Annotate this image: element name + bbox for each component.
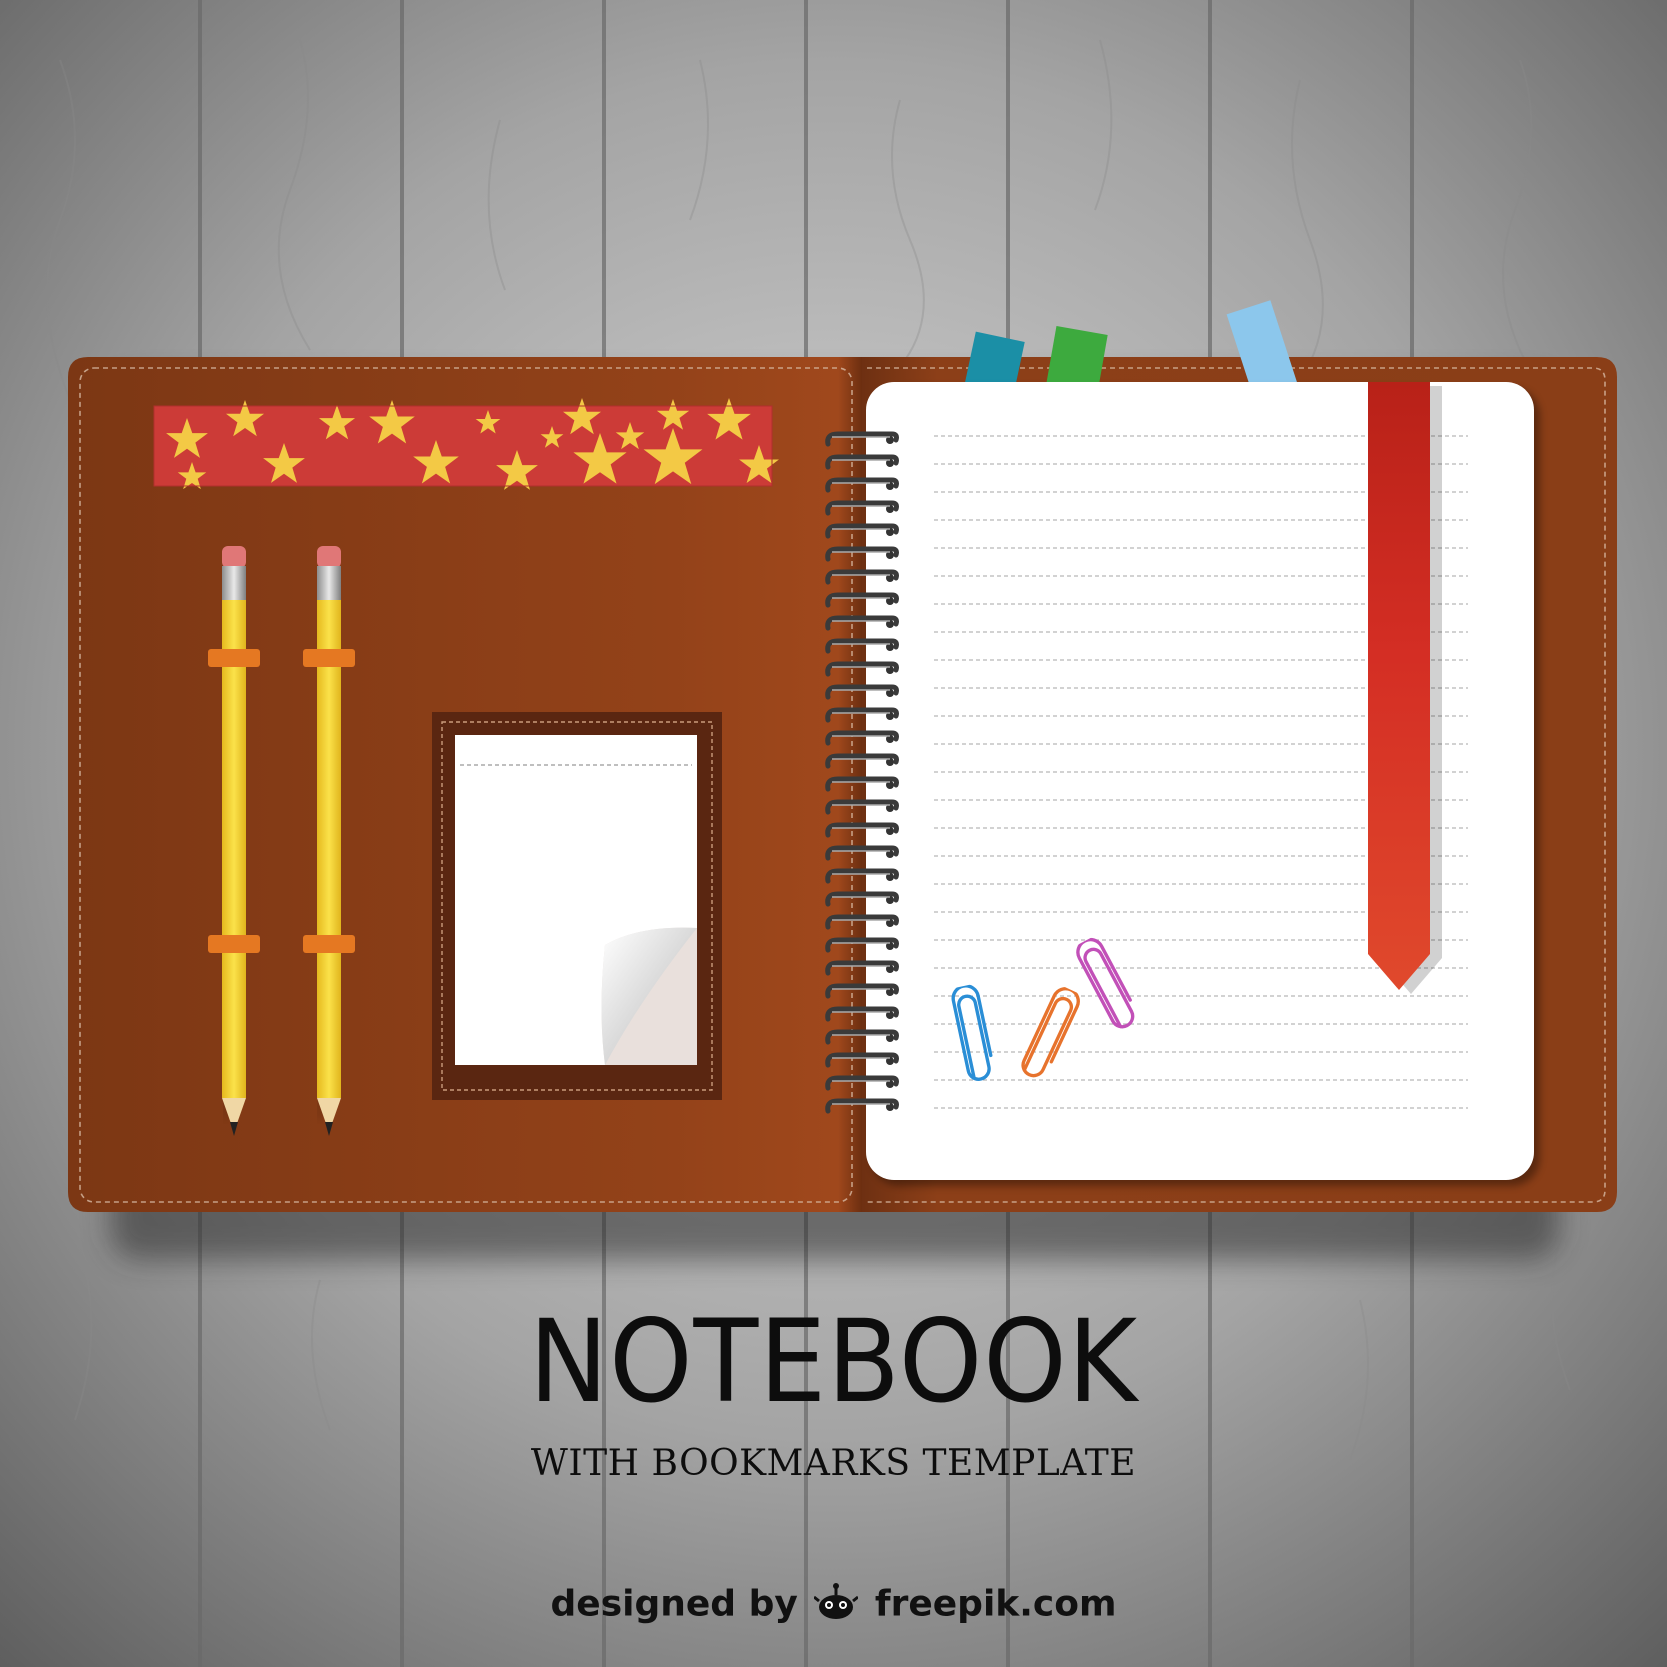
freepik-bug-icon <box>813 1583 860 1628</box>
page-subtitle: WITH BOOKMARKS TEMPLATE <box>530 1443 1137 1484</box>
credit-line: designed by freepik.com <box>0 1583 1667 1628</box>
credit-prefix: designed by <box>550 1583 798 1625</box>
credit-brand: freepik.com <box>874 1583 1117 1625</box>
memo-pad <box>432 712 722 1100</box>
ribbon-bookmark <box>1368 382 1442 994</box>
star-washi-tape <box>153 398 779 490</box>
page-title: NOTEBOOK <box>528 1295 1139 1428</box>
